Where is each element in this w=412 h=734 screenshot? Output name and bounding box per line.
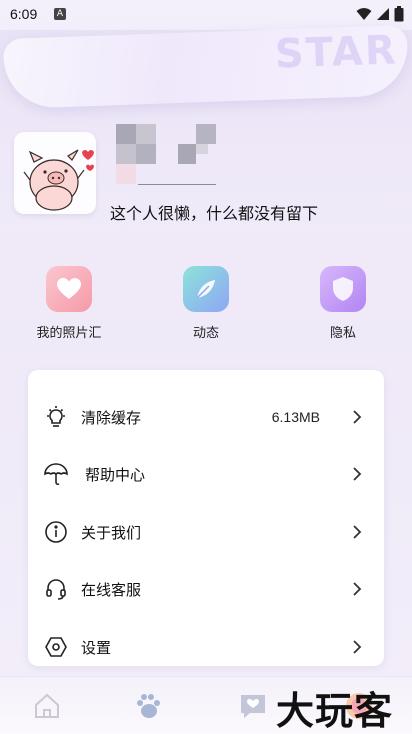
signal-icon	[377, 8, 389, 20]
quick-action-label: 隐私	[329, 326, 356, 341]
umbrella-icon	[44, 463, 68, 486]
battery-icon	[394, 6, 404, 22]
quick-action-label: 动态	[192, 326, 219, 341]
quick-action-privacy[interactable]: 隐私	[293, 266, 393, 341]
menu-item-label: 清除缓存	[81, 408, 142, 427]
shield-icon	[320, 266, 366, 312]
avatar[interactable]	[14, 132, 96, 214]
quick-actions: 我的照片汇 动态 隐私	[0, 266, 412, 346]
bulb-icon	[47, 406, 65, 427]
wifi-icon	[356, 8, 372, 20]
quick-action-feed[interactable]: 动态	[156, 266, 256, 341]
username-redacted	[116, 124, 216, 186]
message-icon[interactable]	[238, 691, 268, 721]
pig-avatar-icon	[23, 149, 94, 211]
menu-item-label: 在线客服	[81, 580, 142, 599]
status-bar: 6:09 A	[0, 0, 412, 30]
banner-text: STAR	[274, 27, 399, 78]
status-time: 6:09	[10, 6, 38, 22]
chevron-right-icon	[353, 525, 362, 539]
menu-item-online-service[interactable]: 在线客服	[28, 569, 384, 609]
header-banner: STAR	[2, 24, 410, 110]
status-indicators	[356, 6, 404, 22]
paw-icon[interactable]	[132, 691, 162, 721]
quick-action-photos[interactable]: 我的照片汇	[19, 266, 119, 341]
photo-heart-icon	[46, 266, 92, 312]
watermark-text: 大玩客	[276, 689, 394, 733]
headset-icon	[46, 579, 66, 600]
menu-item-label: 帮助中心	[85, 465, 146, 484]
settings-hex-icon	[45, 637, 67, 657]
chevron-right-icon	[353, 640, 362, 654]
feather-icon	[183, 266, 229, 312]
menu-item-settings[interactable]: 设置	[28, 627, 384, 667]
settings-menu: 清除缓存 6.13MB 帮助中心 关于我们 在线客服 设置	[28, 370, 384, 666]
username-underline	[138, 184, 216, 185]
info-icon	[45, 521, 67, 543]
menu-item-clear-cache[interactable]: 清除缓存 6.13MB	[28, 397, 384, 437]
profile-bio: 这个人很懒，什么都没有留下	[110, 204, 319, 223]
menu-item-about-us[interactable]: 关于我们	[28, 512, 384, 552]
chevron-right-icon	[353, 467, 362, 481]
menu-item-label: 设置	[81, 638, 112, 657]
home-icon[interactable]	[32, 691, 62, 721]
chevron-right-icon	[353, 410, 362, 424]
notification-app-icon: A	[54, 8, 66, 20]
quick-action-label: 我的照片汇	[36, 326, 102, 341]
menu-item-label: 关于我们	[81, 523, 142, 542]
chevron-right-icon	[353, 582, 362, 596]
menu-item-help-center[interactable]: 帮助中心	[28, 454, 384, 494]
cache-size-value: 6.13MB	[271, 409, 320, 425]
